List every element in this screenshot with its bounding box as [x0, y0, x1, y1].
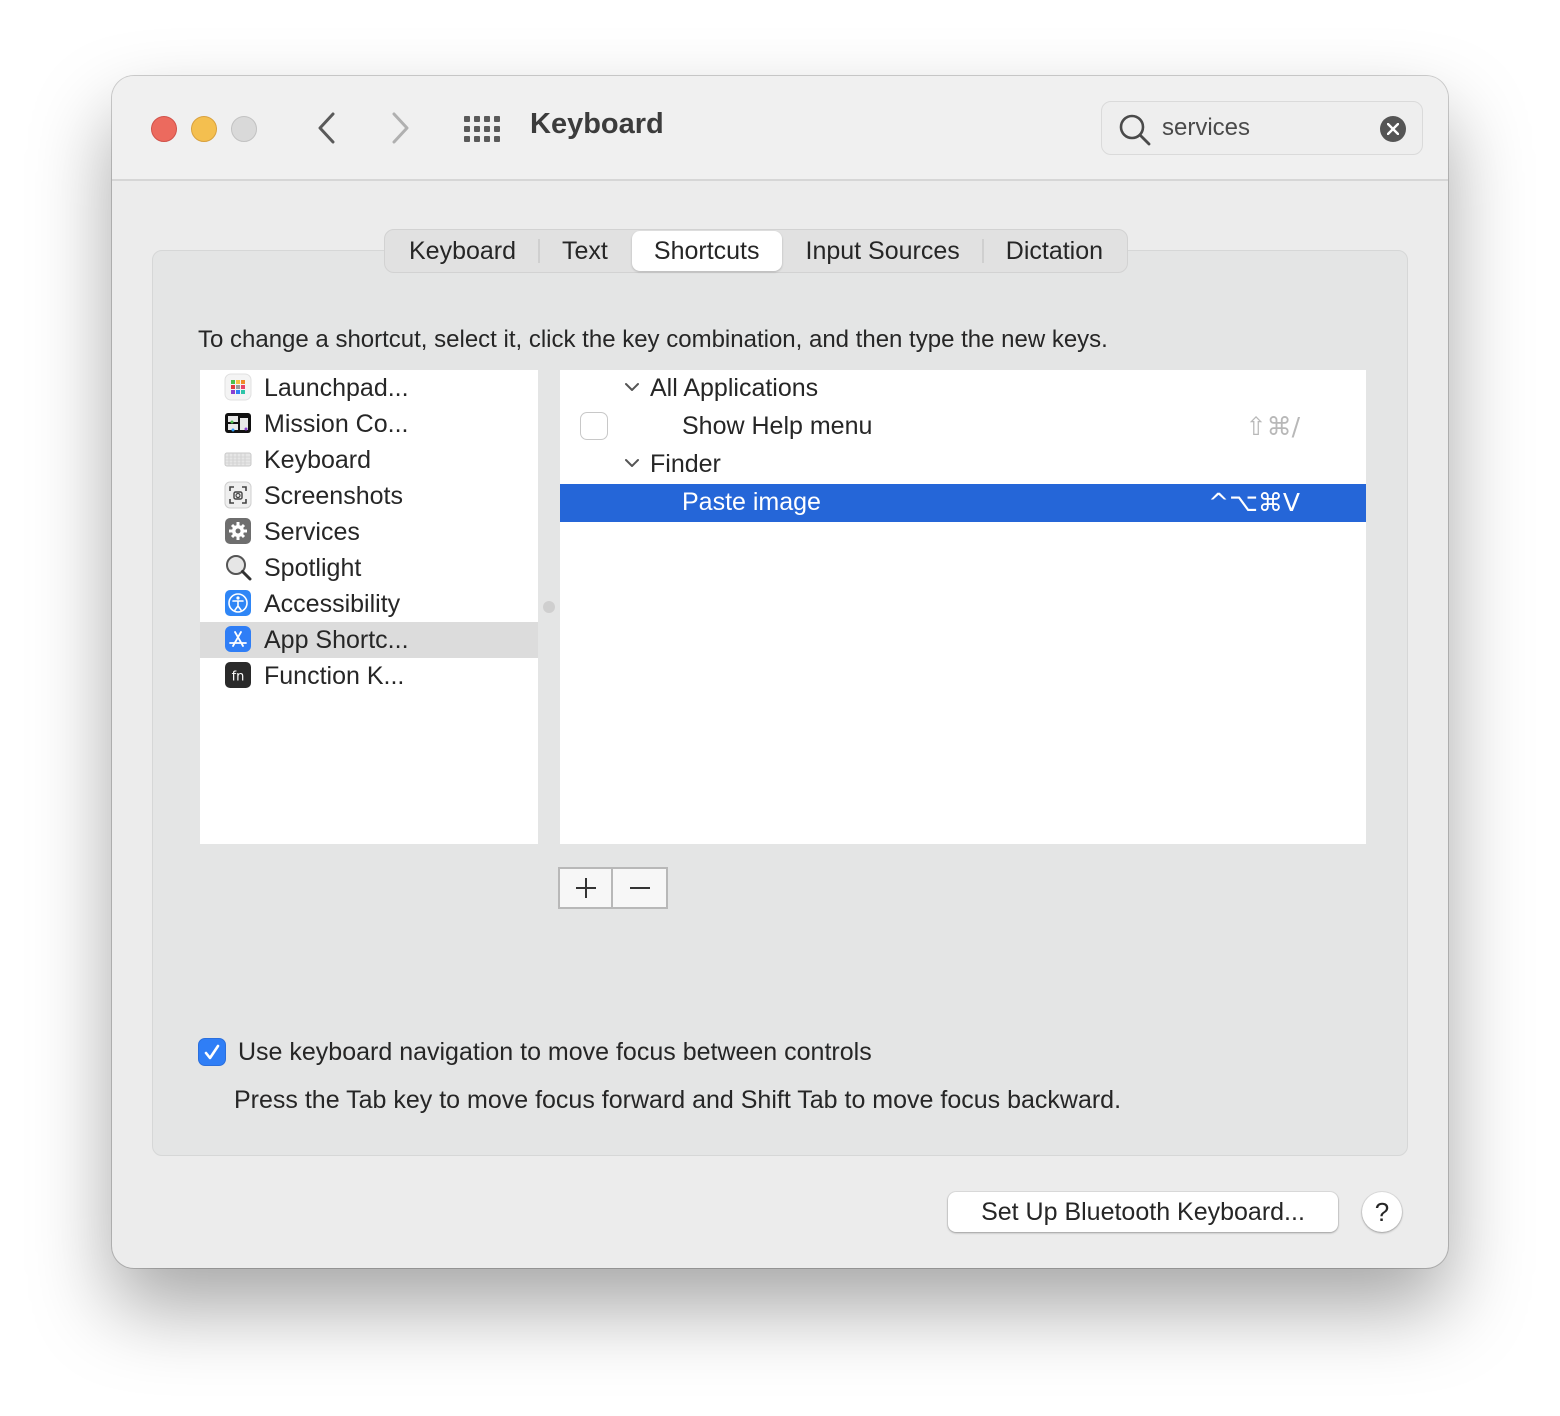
grid-dot [464, 126, 470, 132]
chevron-down-icon[interactable] [624, 381, 640, 393]
grid-dot [484, 116, 490, 122]
category-label: Spotlight [264, 553, 362, 582]
close-window-button[interactable] [151, 116, 177, 142]
shortcuts-list: All Applications Show Help menu ⇧⌘/ Find… [560, 370, 1366, 844]
grid-dot [474, 136, 480, 142]
gear-icon [225, 518, 251, 544]
app-store-icon [225, 626, 251, 652]
group-finder[interactable]: Finder [560, 446, 1366, 484]
minimize-window-button[interactable] [191, 116, 217, 142]
svg-text:fn: fn [232, 670, 245, 685]
category-mission-control[interactable]: Mission Co... [200, 406, 538, 442]
category-label: Screenshots [264, 481, 403, 510]
grid-dot [464, 116, 470, 122]
mission-control-icon [225, 413, 251, 433]
keyboard-navigation-help: Press the Tab key to move focus forward … [234, 1086, 1122, 1114]
clear-icon [1387, 123, 1399, 135]
minus-icon [629, 887, 650, 889]
group-all-applications[interactable]: All Applications [560, 370, 1366, 408]
grid-dot [474, 126, 480, 132]
checkmark-icon [204, 1044, 220, 1060]
category-accessibility[interactable]: Accessibility [200, 586, 538, 622]
grid-dot [484, 136, 490, 142]
tab-input-sources[interactable]: Input Sources [784, 231, 982, 271]
search-field[interactable] [1101, 101, 1423, 155]
category-label: Services [264, 517, 360, 546]
shortcut-categories-list: Launchpad... Mission Co... Keyboard Scre… [200, 370, 538, 844]
chevron-right-icon [392, 112, 409, 144]
category-label: App Shortc... [264, 625, 409, 654]
fn-icon: fn [225, 662, 251, 688]
category-label: Keyboard [264, 445, 372, 474]
keyboard-navigation-checkbox[interactable] [198, 1038, 226, 1066]
keyboard-icon [224, 452, 252, 467]
category-label: Launchpad... [264, 373, 409, 402]
shortcut-keys[interactable]: ^⌥⌘V [1208, 488, 1300, 517]
category-app-shortcuts[interactable]: App Shortc... [200, 622, 538, 658]
tab-shortcuts[interactable]: Shortcuts [631, 231, 782, 271]
tab-keyboard[interactable]: Keyboard [387, 231, 538, 271]
shortcut-keys[interactable]: ⇧⌘/ [1246, 412, 1300, 441]
category-spotlight[interactable]: Spotlight [200, 550, 538, 586]
grid-dot [494, 126, 500, 132]
accessibility-icon [225, 590, 251, 616]
group-label: Finder [650, 450, 721, 478]
add-shortcut-button[interactable] [560, 869, 614, 907]
grid-dot [464, 136, 470, 142]
category-screenshots[interactable]: Screenshots [200, 478, 538, 514]
grid-dot [484, 126, 490, 132]
zoom-window-button[interactable] [231, 116, 257, 142]
instructions-text: To change a shortcut, select it, click t… [198, 326, 1108, 353]
keyboard-preferences-window: Keyboard Keyboard Text Shortcuts Input S… [112, 76, 1448, 1268]
help-button[interactable]: ? [1362, 1192, 1402, 1232]
grid-dot [494, 116, 500, 122]
title-bar: Keyboard [112, 76, 1448, 181]
magnifier-icon [1119, 114, 1151, 146]
grid-dot [494, 136, 500, 142]
show-all-button[interactable] [464, 114, 502, 144]
spotlight-icon [226, 555, 252, 581]
add-remove-control [558, 867, 668, 909]
shortcut-label: Show Help menu [682, 412, 873, 440]
category-keyboard[interactable]: Keyboard [200, 442, 538, 478]
shortcut-row-paste-image[interactable]: Paste image ^⌥⌘V [560, 484, 1366, 522]
shortcut-row-show-help-menu[interactable]: Show Help menu ⇧⌘/ [560, 408, 1366, 446]
chevron-down-icon[interactable] [624, 457, 640, 469]
category-label: Function K... [264, 661, 405, 690]
category-services[interactable]: Services [200, 514, 538, 550]
launchpad-icon [224, 373, 252, 401]
chevron-left-icon [318, 112, 335, 144]
set-up-bluetooth-keyboard-button[interactable]: Set Up Bluetooth Keyboard... [948, 1192, 1338, 1232]
category-label: Mission Co... [264, 409, 409, 438]
category-label: Accessibility [264, 589, 401, 618]
screenshot-icon [224, 481, 252, 509]
remove-shortcut-button[interactable] [613, 869, 666, 907]
tab-text[interactable]: Text [540, 231, 630, 271]
category-launchpad[interactable]: Launchpad... [200, 370, 538, 406]
window-title: Keyboard [530, 108, 664, 140]
tab-bar: Keyboard Text Shortcuts Input Sources Di… [384, 229, 1129, 273]
split-view-handle[interactable] [543, 601, 555, 613]
keyboard-navigation-label[interactable]: Use keyboard navigation to move focus be… [238, 1038, 872, 1067]
grid-dot [474, 116, 480, 122]
clear-search-button[interactable] [1380, 116, 1406, 142]
plus-icon [575, 878, 596, 898]
category-function-keys[interactable]: fn Function K... [200, 658, 538, 694]
shortcut-label: Paste image [682, 488, 821, 516]
group-label: All Applications [650, 374, 819, 402]
search-input[interactable] [1162, 111, 1362, 145]
shortcut-enabled-checkbox[interactable] [580, 412, 608, 440]
tab-dictation[interactable]: Dictation [984, 231, 1125, 271]
forward-button[interactable] [385, 110, 415, 146]
back-button[interactable] [312, 110, 342, 146]
